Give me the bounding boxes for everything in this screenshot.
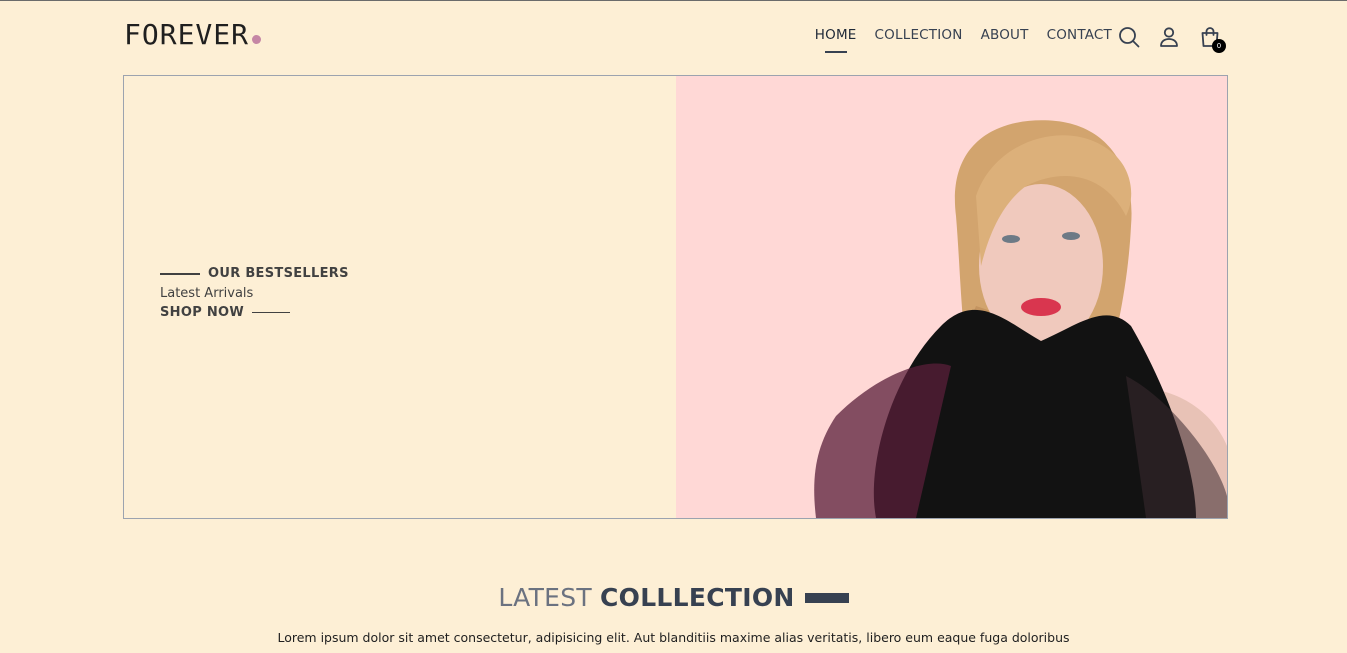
cart-icon[interactable]: 0 — [1198, 25, 1226, 53]
latest-collection-title: LATEST COLLLECTION — [0, 583, 1347, 612]
tagline-row: OUR BESTSELLERS — [160, 266, 349, 281]
hero-text-panel: OUR BESTSELLERS Latest Arrivals SHOP NOW — [124, 76, 676, 518]
latest-collection-description: Lorem ipsum dolor sit amet consectetur, … — [277, 630, 1070, 645]
tagline-line — [160, 272, 200, 275]
nav-home[interactable]: HOME — [815, 27, 857, 44]
hero-text: OUR BESTSELLERS Latest Arrivals SHOP NOW — [160, 266, 349, 320]
hero-banner: OUR BESTSELLERS Latest Arrivals SHOP NOW — [123, 75, 1228, 519]
hero-image — [676, 76, 1227, 518]
logo[interactable]: FOREVER — [124, 18, 262, 51]
shop-now-line — [252, 312, 291, 313]
shop-now-label[interactable]: SHOP NOW — [160, 305, 244, 320]
profile-icon[interactable] — [1157, 25, 1181, 49]
nav-about[interactable]: ABOUT — [981, 27, 1029, 44]
shop-now-link[interactable]: SHOP NOW — [160, 305, 349, 320]
main-menu: HOME COLLECTION ABOUT CONTACT — [815, 27, 1112, 44]
search-icon[interactable] — [1117, 25, 1141, 49]
title-light: LATEST — [498, 583, 592, 612]
cart-count-badge: 0 — [1212, 39, 1226, 53]
logo-dot — [252, 35, 262, 44]
nav-collection[interactable]: COLLECTION — [875, 27, 963, 44]
navbar: FOREVER HOME COLLECTION ABOUT CONTACT 0 — [123, 1, 1228, 73]
hero-tagline: OUR BESTSELLERS — [208, 266, 349, 281]
hero-subtitle: Latest Arrivals — [160, 286, 254, 301]
logo-text: FOREVER — [124, 18, 250, 51]
title-bold: COLLLECTION — [600, 583, 795, 612]
model-photo — [814, 120, 1227, 518]
title-underline-bar — [804, 592, 849, 603]
nav-contact[interactable]: CONTACT — [1047, 27, 1112, 44]
